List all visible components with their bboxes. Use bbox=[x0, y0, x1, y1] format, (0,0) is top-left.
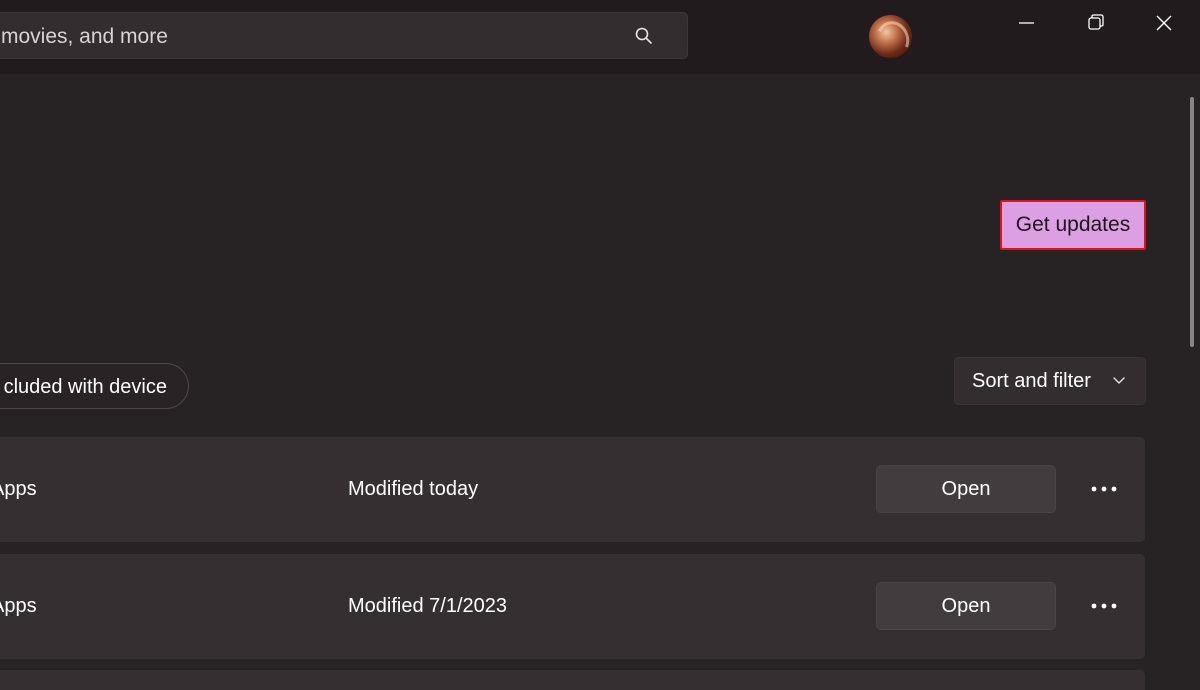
get-updates-button[interactable]: Get updates bbox=[1000, 200, 1146, 250]
more-options-icon[interactable] bbox=[1086, 592, 1122, 620]
open-button[interactable]: Open bbox=[876, 465, 1056, 513]
list-item[interactable]: Apps Modified today Open bbox=[0, 437, 1145, 542]
search-input[interactable]: movies, and more bbox=[0, 12, 688, 59]
sort-and-filter-label: Sort and filter bbox=[972, 370, 1091, 392]
list-item[interactable] bbox=[0, 670, 1145, 690]
filter-chip-label: cluded with device bbox=[3, 376, 167, 398]
chevron-down-icon bbox=[1113, 377, 1125, 384]
restore-icon[interactable] bbox=[1080, 10, 1110, 38]
avatar[interactable] bbox=[869, 15, 912, 58]
sort-and-filter-button[interactable]: Sort and filter bbox=[954, 357, 1146, 405]
scrollbar[interactable] bbox=[1190, 97, 1194, 347]
minimize-icon[interactable] bbox=[1011, 10, 1041, 38]
app-name: Apps bbox=[0, 595, 37, 617]
app-name: Apps bbox=[0, 478, 37, 500]
title-bar: movies, and more bbox=[0, 0, 1200, 74]
list-item[interactable]: Apps Modified 7/1/2023 Open bbox=[0, 554, 1145, 659]
more-options-icon[interactable] bbox=[1086, 475, 1122, 503]
close-icon[interactable] bbox=[1149, 10, 1179, 38]
search-icon[interactable] bbox=[634, 26, 654, 46]
modified-date: Modified 7/1/2023 bbox=[348, 595, 508, 617]
search-placeholder: movies, and more bbox=[1, 25, 168, 48]
open-button[interactable]: Open bbox=[876, 582, 1056, 630]
filter-chip-included-with-device[interactable]: cluded with device bbox=[0, 363, 189, 409]
modified-date: Modified today bbox=[348, 478, 479, 500]
